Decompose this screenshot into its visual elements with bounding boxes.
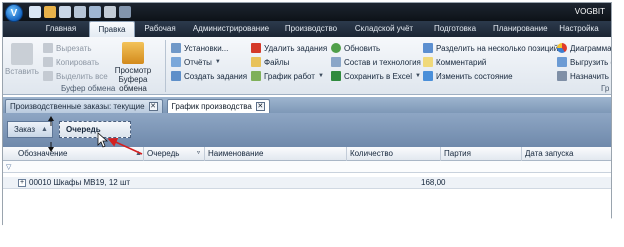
filter-row[interactable]: ▽: [3, 161, 611, 173]
tab-work[interactable]: Рабочая: [135, 21, 185, 37]
excel-icon: [331, 71, 341, 81]
clipboard-icon: [122, 42, 144, 64]
copy-icon: [43, 57, 53, 67]
doc-tab-orders[interactable]: Производственные заказы: текущие ✕: [5, 99, 163, 113]
diagram-button[interactable]: Диаграмма: [557, 43, 611, 53]
refresh-icon: [331, 43, 341, 53]
refresh-button[interactable]: Обновить: [331, 43, 380, 53]
pie-chart-icon: [557, 43, 567, 53]
delete-tasks-button[interactable]: Удалить задания: [251, 43, 327, 53]
dropdown-icon[interactable]: [119, 6, 131, 18]
select-all-button[interactable]: Выделить все: [43, 71, 108, 81]
upload-icon: [557, 57, 567, 67]
column-header-designation[interactable]: Обозначение: [15, 147, 142, 161]
select-all-icon: [43, 71, 53, 81]
close-icon[interactable]: ✕: [148, 102, 158, 111]
filter-dropdown-icon[interactable]: ▿: [197, 149, 200, 156]
save-excel-button[interactable]: Сохранить в Excel ▼: [331, 71, 421, 81]
state-icon: [423, 71, 433, 81]
ribbon-panel: Вставить Вырезать Копировать Выделить вс…: [3, 37, 611, 95]
chevron-down-icon: ▼: [317, 73, 324, 79]
tab-preparation[interactable]: Подготовка: [423, 21, 487, 37]
delete-icon: [251, 43, 261, 53]
column-header-batch[interactable]: Партия: [440, 147, 521, 161]
folder-icon: [251, 57, 261, 67]
save-icon[interactable]: [74, 6, 86, 18]
split-icon: [423, 43, 433, 53]
assign-icon: [557, 71, 567, 81]
app-window: VOGBIT V Главная Правка Рабочая Админист…: [2, 2, 612, 226]
doc-tab-schedule[interactable]: График производства ✕: [166, 99, 270, 113]
column-header-queue[interactable]: Очередь: [143, 147, 204, 161]
comment-icon: [423, 57, 433, 67]
column-header-start-date[interactable]: Дата запуска: [521, 147, 611, 161]
column-header-quantity[interactable]: Количество: [346, 147, 440, 161]
work-schedule-button[interactable]: График работ ▼: [251, 71, 324, 81]
production-grid: Обозначение ▲ Очередь ▿ Наименование Кол…: [3, 147, 611, 226]
sort-ascending-icon: ▲: [135, 150, 142, 157]
split-positions-button[interactable]: Разделить на несколько позиций: [423, 43, 558, 53]
paste-icon: [11, 43, 33, 65]
grid-header: Обозначение ▲ Очередь ▿ Наименование Кол…: [3, 147, 611, 161]
tab-warehouse[interactable]: Складской учёт: [345, 21, 423, 37]
settings-button[interactable]: Установки...: [171, 43, 228, 53]
filter-icon[interactable]: ▽: [6, 163, 11, 171]
composition-button[interactable]: Состав и технология: [331, 57, 421, 67]
scissors-icon: [43, 43, 53, 53]
schedule-icon: [251, 71, 261, 81]
app-logo-icon[interactable]: V: [5, 4, 23, 22]
comment-button[interactable]: Комментарий: [423, 57, 486, 67]
group-chip-order[interactable]: Заказ ▲: [7, 121, 53, 138]
group-row[interactable]: + 00010 Шкафы МВ19, 12 шт 168,00: [3, 177, 611, 189]
tab-settings[interactable]: Настройка: [553, 21, 605, 37]
composition-icon: [331, 57, 341, 67]
document-tabs: Производственные заказы: текущие ✕ Графи…: [3, 97, 611, 113]
column-header-name[interactable]: Наименование: [204, 147, 346, 161]
tab-planning[interactable]: Планирование: [487, 21, 553, 37]
quick-access-toolbar: [29, 6, 131, 18]
ribbon-tabs: Главная Правка Рабочая Администрирование…: [3, 21, 611, 37]
edit-icon[interactable]: [59, 6, 71, 18]
create-tasks-button[interactable]: Создать задания: [171, 71, 247, 81]
title-bar: VOGBIT: [3, 3, 611, 21]
upload-button[interactable]: Выгрузить фа: [557, 57, 611, 67]
actions-group-label: Гр: [601, 84, 610, 93]
report-icon: [171, 57, 181, 67]
tab-admin[interactable]: Администрирование: [185, 21, 277, 37]
group-chip-queue-dragging[interactable]: Очередь: [59, 121, 131, 138]
copy-button[interactable]: Копировать: [43, 57, 99, 67]
plane-icon[interactable]: [89, 6, 101, 18]
sort-ascending-icon: ▲: [40, 126, 48, 133]
create-task-icon: [171, 71, 181, 81]
change-state-button[interactable]: Изменить состояние: [423, 71, 513, 81]
tab-edit[interactable]: Правка: [89, 21, 135, 37]
reports-button[interactable]: Отчёты ▼: [171, 57, 221, 67]
window-title: VOGBIT: [574, 7, 605, 16]
tab-home[interactable]: Главная: [33, 21, 89, 37]
ribbon-separator: [165, 40, 166, 92]
settings-icon: [171, 43, 181, 53]
group-row-quantity: 168,00: [421, 178, 446, 187]
new-doc-icon[interactable]: [29, 6, 41, 18]
expand-icon[interactable]: +: [18, 179, 26, 187]
print-icon[interactable]: [44, 6, 56, 18]
files-button[interactable]: Файлы: [251, 57, 289, 67]
tool-icon[interactable]: [104, 6, 116, 18]
group-row-label: 00010 Шкафы МВ19, 12 шт: [29, 178, 131, 187]
paste-button[interactable]: Вставить: [5, 43, 39, 76]
group-by-panel[interactable]: Заказ ▲ Очередь: [3, 113, 611, 147]
assign-executor-button[interactable]: Назначить ис: [557, 71, 611, 81]
cut-button[interactable]: Вырезать: [43, 43, 92, 53]
tab-production[interactable]: Производство: [277, 21, 345, 37]
chevron-down-icon: ▼: [214, 59, 221, 65]
chevron-down-icon: ▼: [415, 73, 421, 79]
clipboard-group-label: Буфер обмена: [61, 84, 116, 93]
close-icon[interactable]: ✕: [255, 102, 265, 111]
